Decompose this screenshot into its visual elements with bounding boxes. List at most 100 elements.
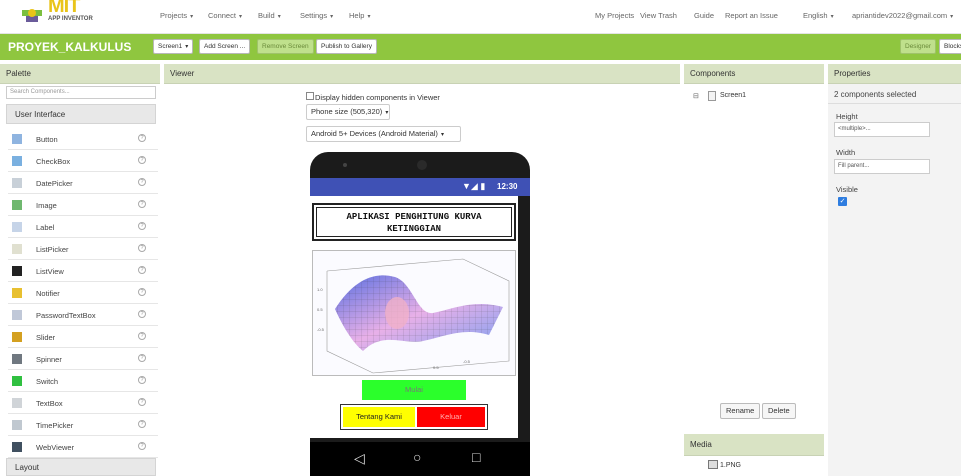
top-bar: MIT APP INVENTOR Projects ▾ Connect ▾ Buil…: [0, 0, 961, 34]
remove-screen-button[interactable]: Remove Screen: [257, 39, 314, 54]
palette-item-label: Switch: [36, 377, 59, 386]
media-item[interactable]: 1.PNG: [720, 462, 741, 469]
media-title: Media: [684, 434, 824, 456]
help-icon[interactable]: ?: [138, 354, 146, 362]
camera-icon: [417, 160, 427, 170]
palette-item-notifier[interactable]: Notifier?: [8, 282, 158, 304]
help-icon[interactable]: ?: [138, 244, 146, 252]
password-icon: [12, 310, 22, 320]
palette-item-label: Slider: [36, 333, 56, 342]
app-inventor-logo[interactable]: MIT APP INVENTOR: [20, 0, 100, 32]
switch-icon: [12, 376, 22, 386]
selection-summary: 2 components selected: [828, 86, 961, 104]
help-icon[interactable]: ?: [138, 266, 146, 274]
chevron-down-icon: ▾: [185, 44, 189, 50]
tree-screen1[interactable]: Screen1: [720, 92, 746, 99]
link-guide[interactable]: Guide: [694, 11, 714, 20]
width-field[interactable]: Fill parent...: [834, 159, 930, 174]
palette-item-listpicker[interactable]: ListPicker?: [8, 238, 158, 260]
palette-item-slider[interactable]: Slider?: [8, 326, 158, 348]
chevron-down-icon: ▾: [830, 14, 834, 20]
nav-back-icon[interactable]: ◁: [354, 450, 365, 467]
rename-button[interactable]: Rename: [720, 403, 761, 419]
help-icon[interactable]: ?: [138, 134, 146, 142]
designer-button[interactable]: Designer: [900, 39, 937, 54]
menu-projects[interactable]: Projects ▾: [160, 11, 193, 20]
height-field[interactable]: <multiple>...: [834, 122, 930, 137]
button-icon: [12, 134, 22, 144]
screen-select[interactable]: Screen1 ▾: [153, 39, 194, 54]
palette-item-label: Button: [36, 135, 58, 144]
tentang-kami-button[interactable]: Tentang Kami: [343, 407, 415, 427]
keluar-button[interactable]: Keluar: [417, 407, 485, 427]
link-report-issue[interactable]: Report an Issue: [725, 11, 778, 20]
palette-item-webviewer[interactable]: WebViewer?: [8, 436, 158, 458]
publish-gallery-button[interactable]: Publish to Gallery: [316, 39, 377, 54]
menu-build[interactable]: Build ▾: [258, 11, 281, 20]
help-icon[interactable]: ?: [138, 200, 146, 208]
help-icon[interactable]: ?: [138, 222, 146, 230]
link-view-trash[interactable]: View Trash: [640, 11, 677, 20]
nav-recents-icon[interactable]: □: [472, 449, 480, 465]
palette-item-timepicker[interactable]: TimePicker?: [8, 414, 158, 436]
help-icon[interactable]: ?: [138, 288, 146, 296]
image-file-icon: [708, 460, 718, 469]
hidden-components-checkbox[interactable]: [306, 92, 314, 100]
palette-item-label: TextBox: [36, 399, 63, 408]
help-icon[interactable]: ?: [138, 332, 146, 340]
palette-item-listview[interactable]: ListView?: [8, 260, 158, 282]
sensor-icon: [343, 163, 347, 167]
palette-item-image[interactable]: Image?: [8, 194, 158, 216]
logo-subtitle: APP INVENTOR: [48, 16, 93, 22]
device-theme-select[interactable]: Android 5+ Devices (Android Material) ▾: [306, 126, 461, 142]
spinner-icon: [12, 354, 22, 364]
phone-size-select[interactable]: Phone size (505,320) ▾: [306, 104, 390, 120]
mulai-button[interactable]: Mulai: [362, 380, 466, 400]
chevron-down-icon: ▾: [330, 14, 334, 20]
chevron-down-icon: ▾: [950, 14, 954, 20]
phone-nav-bar: ◁ ○ □: [310, 442, 530, 476]
palette-item-textbox[interactable]: TextBox?: [8, 392, 158, 414]
help-icon[interactable]: ?: [138, 420, 146, 428]
help-icon[interactable]: ?: [138, 376, 146, 384]
menu-settings[interactable]: Settings ▾: [300, 11, 333, 20]
palette-search-input[interactable]: Search Components...: [6, 86, 156, 99]
delete-button[interactable]: Delete: [762, 403, 796, 419]
palette-item-label[interactable]: Label?: [8, 216, 158, 238]
components-panel: Components ⊟ Screen1 Rename Delete Media…: [684, 64, 824, 476]
help-icon[interactable]: ?: [138, 310, 146, 318]
checkbox-icon: [12, 156, 22, 166]
section-user-interface[interactable]: User Interface: [6, 104, 156, 124]
palette-item-switch[interactable]: Switch?: [8, 370, 158, 392]
palette-item-checkbox[interactable]: CheckBox?: [8, 150, 158, 172]
help-icon[interactable]: ?: [138, 398, 146, 406]
slider-icon: [12, 332, 22, 342]
palette-item-label: PasswordTextBox: [36, 311, 96, 320]
account-menu[interactable]: apriantidev2022@gmail.com ▾: [852, 11, 953, 20]
status-icons: ▼◢ ▮: [462, 181, 486, 191]
palette-item-spinner[interactable]: Spinner?: [8, 348, 158, 370]
language-menu[interactable]: English ▾: [803, 11, 834, 20]
palette-item-datepicker[interactable]: DatePicker?: [8, 172, 158, 194]
help-icon[interactable]: ?: [138, 178, 146, 186]
timepicker-icon: [12, 420, 22, 430]
link-my-projects[interactable]: My Projects: [595, 11, 634, 20]
section-layout[interactable]: Layout: [6, 458, 156, 476]
tree-toggle-icon[interactable]: ⊟: [693, 92, 699, 100]
chevron-down-icon: ▾: [238, 14, 242, 20]
palette-item-button[interactable]: Button?: [8, 128, 158, 150]
help-icon[interactable]: ?: [138, 442, 146, 450]
help-icon[interactable]: ?: [138, 156, 146, 164]
palette-item-label: Notifier: [36, 289, 60, 298]
menu-connect[interactable]: Connect ▾: [208, 11, 242, 20]
menu-help[interactable]: Help ▾: [349, 11, 370, 20]
textbox-icon: [12, 398, 22, 408]
palette-item-passwordtextbox[interactable]: PasswordTextBox?: [8, 304, 158, 326]
nav-home-icon[interactable]: ○: [413, 449, 421, 465]
palette-panel: Palette Search Components... User Interf…: [0, 64, 160, 476]
palette-item-label: TimePicker: [36, 421, 74, 430]
viewer-title: Viewer: [164, 64, 680, 84]
add-screen-button[interactable]: Add Screen ...: [199, 39, 251, 54]
visible-checkbox[interactable]: ✓: [838, 197, 847, 206]
blocks-button[interactable]: Blocks: [939, 39, 961, 54]
